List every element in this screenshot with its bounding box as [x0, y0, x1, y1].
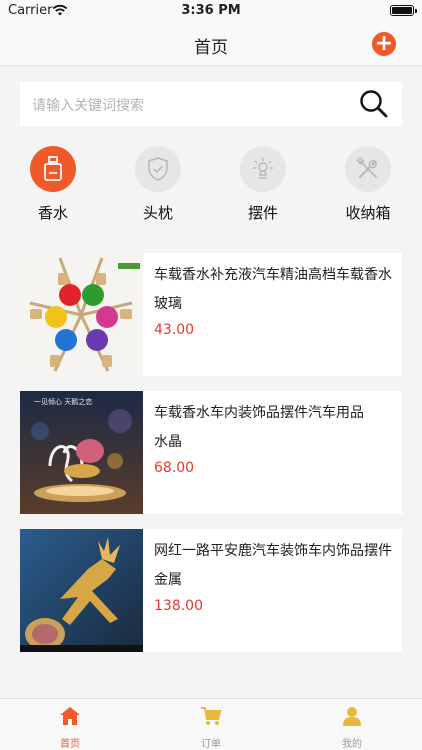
clock: 3:36 PM	[181, 3, 241, 18]
tab-label: 订单	[201, 739, 221, 750]
tab-label: 我的	[342, 739, 362, 750]
category-label: 头枕	[142, 204, 173, 222]
search-bar[interactable]: 请输入关键词搜索	[20, 82, 402, 126]
ornament-icon	[253, 158, 273, 179]
tab-bar: 首页 订单 我的	[0, 698, 422, 750]
status-bar: Carrier 3:36 PM	[0, 0, 422, 22]
product-name: 网红一路平安鹿汽车装饰车内饰品摆件	[154, 543, 392, 559]
product-image-crystal-swan: 一见倾心 天鹅之恋	[20, 391, 143, 514]
category-label: 香水	[37, 204, 68, 222]
product-price: 68.00	[154, 460, 195, 476]
category-perfume[interactable]: 香水	[13, 146, 93, 223]
product-price: 138.00	[154, 598, 203, 614]
product-card[interactable]: 车载香水补充液汽车精油高档车载香水 玻璃 43.00	[20, 253, 402, 376]
category-label: 收纳箱	[345, 204, 391, 222]
product-card[interactable]: 网红一路平安鹿汽车装饰车内饰品摆件 金属 138.00	[20, 529, 402, 652]
perfume-bottle-icon	[44, 156, 62, 181]
page-title: 首页	[194, 38, 228, 58]
home-icon	[60, 707, 80, 725]
tab-profile[interactable]: 我的	[282, 699, 422, 750]
search-placeholder: 请输入关键词搜索	[32, 98, 144, 114]
shield-check-icon	[148, 157, 168, 181]
cart-icon	[201, 707, 222, 725]
search-icon[interactable]	[358, 88, 390, 120]
battery-icon	[390, 5, 417, 16]
tab-label: 首页	[60, 739, 80, 750]
user-icon	[343, 707, 361, 726]
product-price: 43.00	[154, 322, 195, 338]
nav-bar: 首页 +	[0, 22, 422, 66]
tools-icon	[356, 157, 377, 178]
category-label: 摆件	[247, 204, 278, 222]
category-ornament[interactable]: 摆件	[223, 146, 303, 223]
category-storage-box[interactable]: 收纳箱	[328, 146, 408, 223]
add-button[interactable]: +	[372, 32, 396, 56]
category-headrest[interactable]: 头枕	[118, 146, 198, 223]
product-material: 水晶	[154, 434, 182, 450]
product-name: 车载香水补充液汽车精油高档车载香水	[154, 267, 392, 283]
image-caption: 一见倾心 天鹅之恋	[34, 397, 92, 406]
product-name: 车载香水车内装饰品摆件汽车用品	[154, 405, 364, 421]
category-bar: 香水 头枕 摆件 收纳箱	[0, 146, 422, 226]
product-card[interactable]: 一见倾心 天鹅之恋 车载香水车内装饰品摆件汽车用品 水晶 68.00	[20, 391, 402, 514]
tab-orders[interactable]: 订单	[141, 699, 281, 750]
product-image-golden-deer	[20, 529, 143, 652]
product-material: 玻璃	[154, 296, 182, 312]
tab-home[interactable]: 首页	[0, 699, 140, 750]
product-material: 金属	[154, 572, 182, 588]
product-image-perfume-bottles	[20, 253, 143, 376]
